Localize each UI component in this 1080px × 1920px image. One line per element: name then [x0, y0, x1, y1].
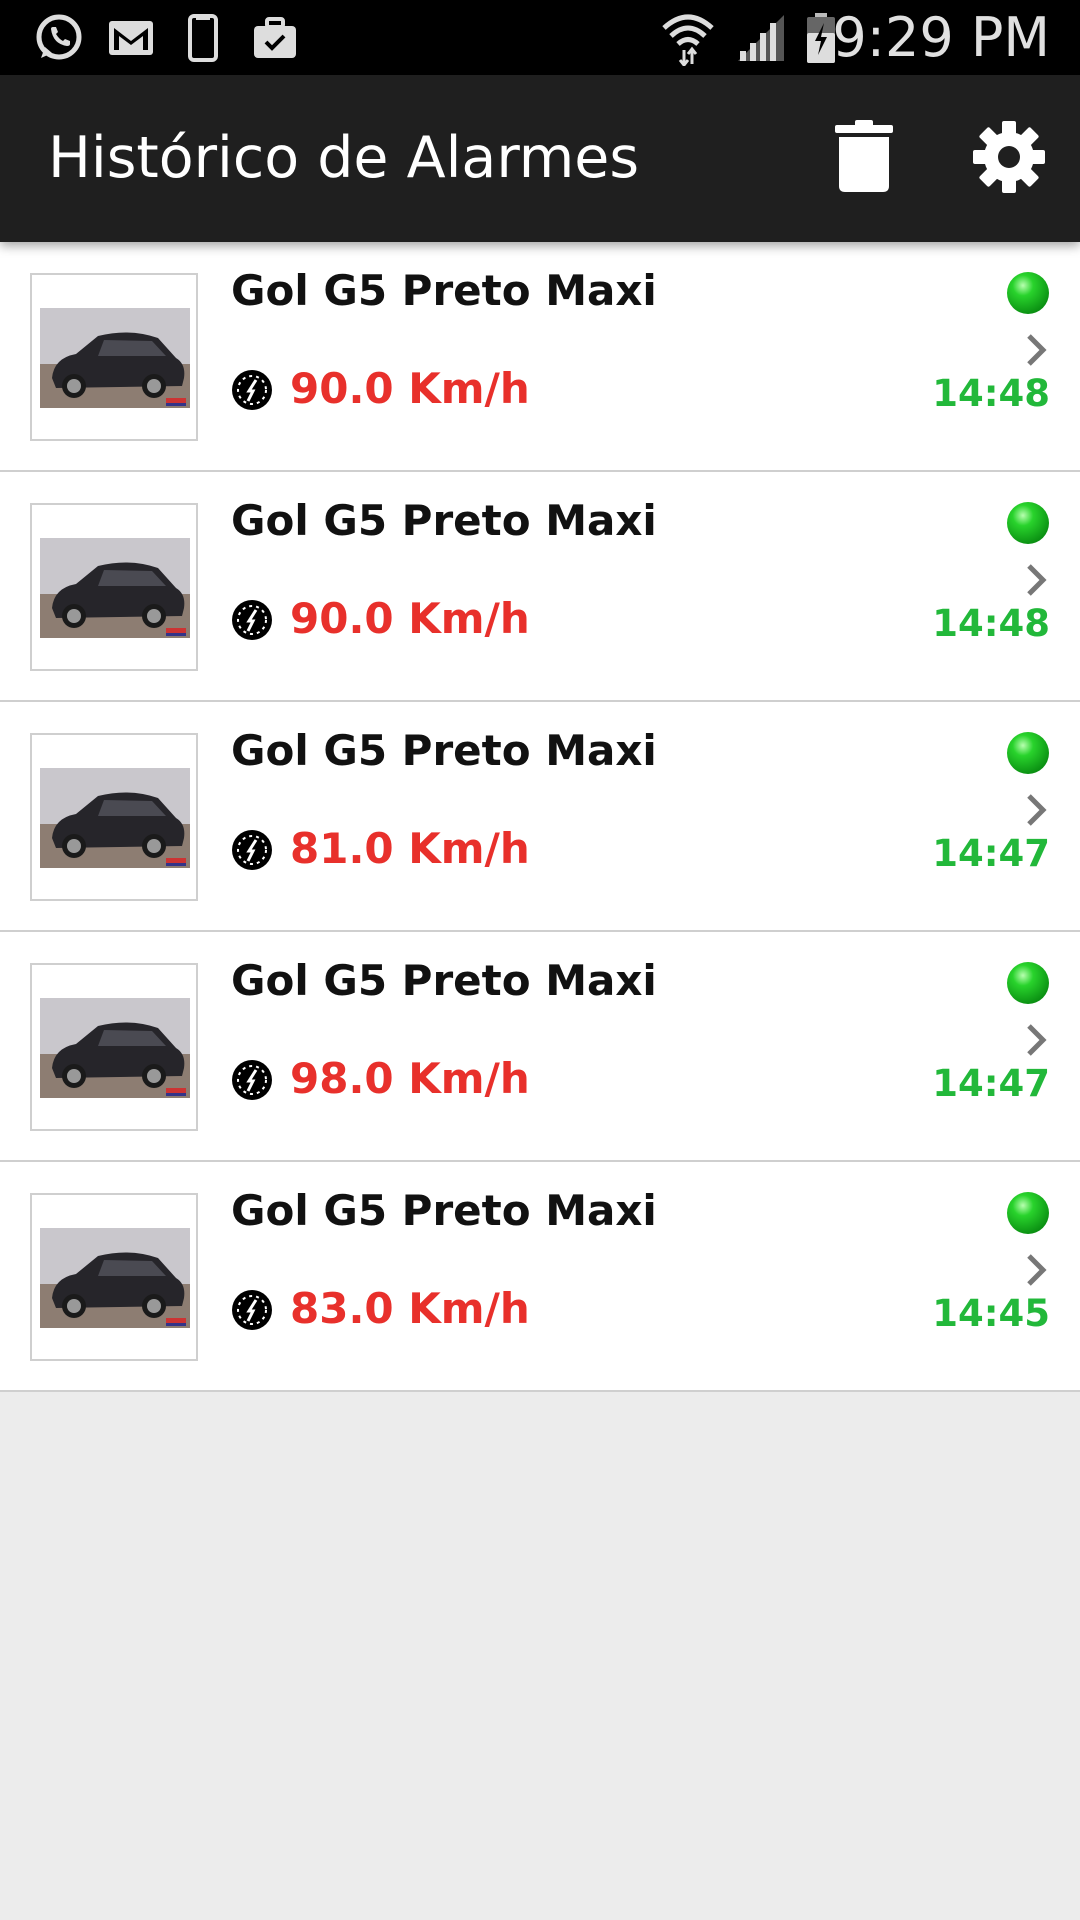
status-dot-icon	[1006, 961, 1050, 1005]
car-photo	[40, 308, 190, 408]
car-photo	[40, 538, 190, 638]
alarm-time: 14:45	[932, 1292, 1050, 1335]
speedometer-icon	[231, 599, 273, 641]
chevron-right-icon	[1023, 792, 1049, 828]
speedometer-icon	[231, 829, 273, 871]
vehicle-thumbnail	[30, 503, 198, 671]
page-title: Histórico de Alarmes	[48, 125, 640, 191]
chevron-right-icon	[1023, 332, 1049, 368]
settings-gear-icon	[972, 120, 1046, 199]
car-photo	[40, 998, 190, 1098]
chevron-right-icon	[1023, 1252, 1049, 1288]
speed-value: 98.0 Km/h	[290, 1054, 530, 1103]
trash-icon	[835, 119, 893, 199]
alarm-time: 14:48	[932, 372, 1050, 415]
vehicle-name: Gol G5 Preto Maxi	[231, 726, 657, 775]
status-dot-icon	[1006, 1191, 1050, 1235]
alarm-time: 14:47	[932, 832, 1050, 875]
status-bar: 9:29 PM	[0, 0, 1080, 75]
speed-value: 90.0 Km/h	[290, 594, 530, 643]
delete-button[interactable]	[822, 117, 906, 201]
car-photo	[40, 768, 190, 868]
chevron-right-icon	[1023, 562, 1049, 598]
alarm-row[interactable]: Gol G5 Preto Maxi 90.0 Km/h 14:48	[0, 472, 1080, 702]
alarm-time: 14:47	[932, 1062, 1050, 1105]
settings-button[interactable]	[967, 117, 1051, 201]
alarm-row[interactable]: Gol G5 Preto Maxi 90.0 Km/h 14:48	[0, 242, 1080, 472]
vehicle-name: Gol G5 Preto Maxi	[231, 496, 657, 545]
vehicle-thumbnail	[30, 273, 198, 441]
car-photo	[40, 1228, 190, 1328]
vehicle-thumbnail	[30, 733, 198, 901]
alarm-row[interactable]: Gol G5 Preto Maxi 81.0 Km/h 14:47	[0, 702, 1080, 932]
phone-icon	[186, 0, 220, 75]
speedometer-icon	[231, 369, 273, 411]
alarm-row[interactable]: Gol G5 Preto Maxi 83.0 Km/h 14:45	[0, 1162, 1080, 1392]
alarm-list: Gol G5 Preto Maxi 90.0 Km/h 14:48 Gol G5…	[0, 242, 1080, 1392]
alarm-row[interactable]: Gol G5 Preto Maxi 98.0 Km/h 14:47	[0, 932, 1080, 1162]
vehicle-name: Gol G5 Preto Maxi	[231, 1186, 657, 1235]
speed-value: 81.0 Km/h	[290, 824, 530, 873]
status-time: 9:29 PM	[832, 6, 1050, 69]
status-dot-icon	[1006, 731, 1050, 775]
speedometer-icon	[231, 1059, 273, 1101]
status-dot-icon	[1006, 271, 1050, 315]
signal-icon	[736, 0, 786, 75]
chevron-right-icon	[1023, 1022, 1049, 1058]
vehicle-name: Gol G5 Preto Maxi	[231, 956, 657, 1005]
alarm-time: 14:48	[932, 602, 1050, 645]
whatsapp-icon	[30, 0, 88, 75]
speed-value: 90.0 Km/h	[290, 364, 530, 413]
vehicle-name: Gol G5 Preto Maxi	[231, 266, 657, 315]
wifi-icon	[660, 0, 716, 75]
speedometer-icon	[231, 1289, 273, 1331]
gmail-icon	[106, 0, 156, 75]
vehicle-thumbnail	[30, 963, 198, 1131]
vehicle-thumbnail	[30, 1193, 198, 1361]
speed-value: 83.0 Km/h	[290, 1284, 530, 1333]
briefcase-check-icon	[252, 0, 298, 75]
status-dot-icon	[1006, 501, 1050, 545]
app-bar: Histórico de Alarmes	[0, 75, 1080, 242]
